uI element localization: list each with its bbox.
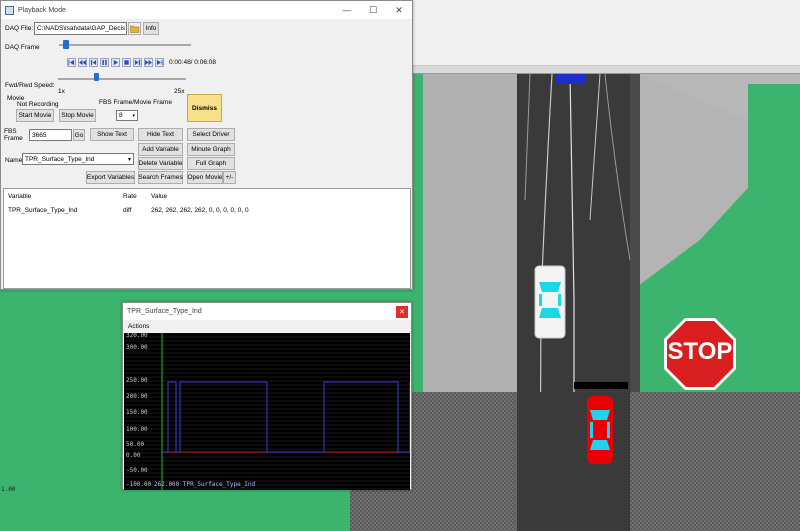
red-car: [587, 396, 613, 464]
daq-frame-slider-thumb[interactable]: [63, 40, 69, 49]
step-forward-button[interactable]: [133, 58, 142, 67]
fbs-ratio-select[interactable]: 8 ▾: [116, 110, 138, 121]
y-tick-label: 0.00: [126, 452, 141, 459]
go-button[interactable]: Go: [73, 129, 85, 141]
graph-window: TPR_Surface_Type_Ind ✕ Actions 320.00 300…: [122, 302, 412, 490]
y-tick-label: 150.00: [126, 409, 148, 416]
speed-min-label: 1x: [58, 88, 65, 95]
fast-forward-icon: [145, 59, 152, 66]
graph-window-title: TPR_Surface_Type_Ind: [127, 308, 202, 315]
y-tick-label: 200.00: [126, 393, 148, 400]
intersection-center: [517, 392, 630, 531]
stop-sign-text: STOP: [667, 338, 733, 365]
intersection-right: [630, 392, 800, 531]
dismiss-button[interactable]: Dismiss: [187, 94, 222, 122]
row-variable: TPR_Surface_Type_Ind: [8, 207, 78, 214]
playback-mode-window: Playback Mode — ☐ ✕ DAQ File: C:\NADS\ls…: [0, 0, 413, 290]
skip-to-start-button[interactable]: [67, 58, 76, 67]
info-button[interactable]: Info: [143, 22, 159, 35]
skip-to-start-icon: [68, 59, 75, 66]
stop-icon: [124, 60, 129, 65]
playback-window-title: Playback Mode: [18, 6, 66, 14]
select-driver-button[interactable]: Select Driver: [187, 128, 235, 141]
row-value: 262, 262, 262, 262, 0, 0, 0, 0, 0, 0: [151, 207, 249, 214]
white-car: [534, 265, 566, 339]
hide-text-button[interactable]: Hide Text: [138, 128, 183, 141]
minimize-button[interactable]: —: [334, 1, 360, 19]
column-header-rate[interactable]: Rate: [123, 193, 137, 200]
time-readout: 0:00:48/ 0:06:08: [169, 59, 216, 66]
fbs-ratio-value: 8: [119, 112, 123, 119]
actions-menu[interactable]: Actions: [128, 323, 149, 330]
speed-max-label: 25x: [174, 88, 185, 95]
speed-slider-thumb[interactable]: [94, 73, 99, 81]
step-back-button[interactable]: [89, 58, 98, 67]
column-header-variable[interactable]: Variable: [8, 193, 31, 200]
far-blue-car: [555, 74, 585, 84]
maximize-button[interactable]: ☐: [360, 1, 386, 19]
chevron-down-icon: ▾: [132, 112, 135, 119]
add-variable-button[interactable]: Add Variable: [138, 143, 183, 156]
movie-status: Not Recording: [17, 101, 59, 108]
y-tick-label: 320.00: [126, 333, 148, 339]
graph-titlebar[interactable]: TPR_Surface_Type_Ind ✕: [123, 303, 411, 320]
delete-variable-button[interactable]: Delete Variable: [138, 157, 183, 170]
graph-plot-area[interactable]: 320.00 300.00 250.00 200.00 150.00 100.00 50.0…: [124, 333, 410, 490]
fbs-frame-input[interactable]: 3665: [29, 129, 72, 141]
fbs-ratio-label: FBS Frame/Movie Frame: [99, 99, 172, 106]
row-rate: diff: [123, 207, 132, 214]
column-header-value[interactable]: Value: [151, 193, 167, 200]
chevron-down-icon: ▾: [127, 156, 131, 163]
pause-button[interactable]: [100, 58, 109, 67]
playback-titlebar[interactable]: Playback Mode — ☐ ✕: [1, 1, 412, 19]
scene-side-text: 1.00: [1, 486, 16, 493]
open-folder-button[interactable]: [128, 22, 141, 35]
stop-bar: [574, 382, 628, 389]
show-text-button[interactable]: Show Text: [90, 128, 134, 141]
minute-graph-button[interactable]: Minute Graph: [187, 143, 235, 156]
fbs-frame-label: FBS Frame: [4, 128, 23, 142]
y-tick-label: 300.00: [126, 344, 148, 351]
start-movie-button[interactable]: Start Movie: [16, 109, 54, 122]
pause-icon: [102, 59, 107, 66]
left-shoulder: [423, 74, 520, 392]
y-tick-label: -100.00: [126, 481, 152, 488]
stop-button[interactable]: [122, 58, 131, 67]
fast-rewind-button[interactable]: [78, 58, 87, 67]
search-frames-button[interactable]: Search Frames: [138, 171, 183, 184]
play-icon: [113, 59, 119, 66]
close-icon: ✕: [399, 308, 405, 316]
variable-list[interactable]: Variable Rate Value TPR_Surface_Type_Ind…: [3, 188, 411, 289]
daq-frame-slider[interactable]: [59, 44, 191, 46]
open-movie-button[interactable]: Open Movie: [187, 171, 223, 184]
variable-name-select[interactable]: TPR_Surface_Type_Ind ▾: [22, 153, 134, 165]
folder-icon: [129, 25, 139, 33]
app-window-icon: [5, 5, 14, 15]
fast-rewind-icon: [79, 59, 86, 66]
daq-file-label: DAQ File:: [5, 25, 34, 32]
y-tick-label: 100.00: [126, 426, 148, 433]
skip-to-end-icon: [156, 59, 163, 66]
speed-label: Fwd/Rwd Speed:: [5, 82, 55, 89]
close-button[interactable]: ✕: [386, 1, 412, 19]
skip-to-end-button[interactable]: [155, 58, 164, 67]
y-tick-label: 250.00: [126, 377, 148, 384]
graph-close-button[interactable]: ✕: [396, 305, 408, 318]
step-forward-icon: [134, 59, 141, 66]
stop-movie-button[interactable]: Stop Movie: [59, 109, 96, 122]
daq-file-input[interactable]: C:\NADS\lsat\data\GAP_Decis: [34, 22, 127, 35]
graph-svg: [124, 333, 410, 490]
speed-slider[interactable]: [58, 78, 186, 80]
export-variables-button[interactable]: Export Variables: [86, 171, 135, 184]
step-back-icon: [90, 59, 97, 66]
plus-minus-button[interactable]: +/-: [223, 171, 236, 184]
y-tick-label: 50.00: [126, 441, 145, 448]
play-button[interactable]: [111, 58, 120, 67]
daq-frame-label: DAQ Frame: [5, 44, 40, 51]
y-tick-label: -50.00: [126, 467, 148, 474]
variable-name-value: TPR_Surface_Type_Ind: [25, 155, 95, 163]
full-graph-button[interactable]: Full Graph: [187, 157, 235, 170]
graph-caption: 262.000 TPR_Surface_Type_Ind: [154, 481, 256, 488]
fast-forward-button[interactable]: [144, 58, 153, 67]
